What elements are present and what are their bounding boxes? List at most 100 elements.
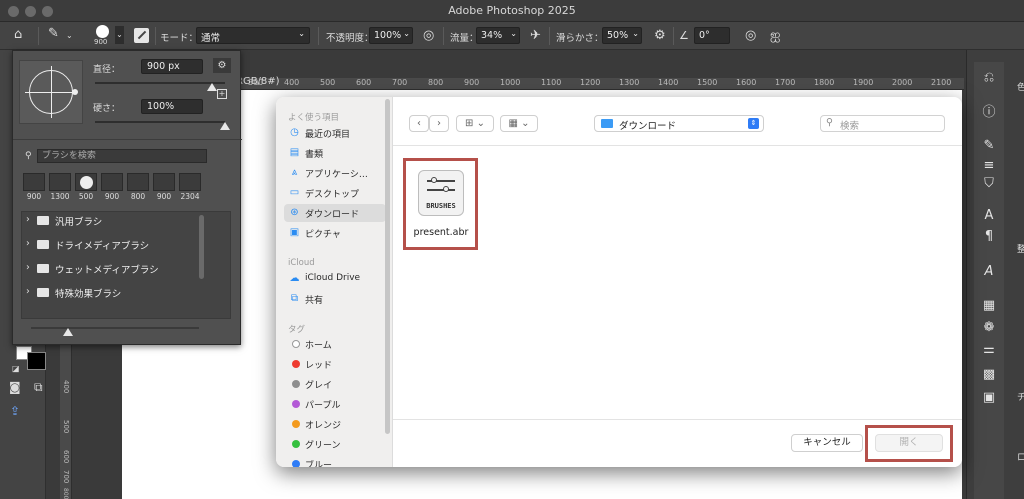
angle-field[interactable]: 0°	[694, 27, 730, 44]
thumbnail-size-slider[interactable]	[31, 327, 199, 329]
open-button[interactable]: 開く	[875, 434, 943, 452]
sidebar-tag-red[interactable]: レッド	[284, 355, 386, 373]
sidebar-tag-green[interactable]: グリーン	[284, 435, 386, 453]
finder-search-field[interactable]: ⚲ 検索	[820, 115, 945, 132]
hardness-field[interactable]: 100%	[141, 99, 203, 114]
thumbnail-size-slider-thumb[interactable]	[63, 328, 73, 336]
sidebar-item-recents[interactable]: ◷ 最近の項目	[284, 124, 386, 142]
folder-list-scrollbar[interactable]	[199, 215, 204, 279]
ruler-tick-label: 400	[62, 380, 70, 394]
group-view-button[interactable]: ▦ ⌄	[500, 115, 538, 132]
tag-dot-icon	[292, 440, 300, 448]
sidebar-item-desktop[interactable]: ▭ デスクトップ	[284, 184, 386, 202]
brush-preset-thumb[interactable]	[127, 173, 149, 191]
hardness-slider-thumb[interactable]	[220, 122, 230, 130]
sidebar-scrollbar[interactable]	[385, 99, 390, 434]
diameter-slider-thumb[interactable]	[207, 83, 217, 91]
pressure-size-icon[interactable]: ◎	[745, 28, 756, 43]
icon-view-button[interactable]: ⊞ ⌄	[456, 115, 494, 132]
back-button[interactable]: ‹	[409, 115, 429, 132]
sidebar-item-downloads[interactable]: ⊛ ダウンロード	[284, 204, 386, 222]
sidebar-item-applications[interactable]: ⩓ アプリケーシ…	[284, 164, 386, 182]
quick-mask-icon[interactable]: ◙	[9, 380, 21, 394]
info-icon[interactable]: ⓘ	[981, 105, 997, 121]
brush-settings-icon[interactable]	[134, 28, 149, 43]
search-icon: ⚲	[826, 117, 833, 128]
brush-preset-thumb[interactable]	[23, 173, 45, 191]
open-file-dialog: よく使う項目 ◷ 最近の項目 ▤ 書類 ⩓ アプリケーシ… ▭ デスクトップ ⊛ ダウンロ…	[276, 97, 962, 467]
swatches-icon[interactable]: ▩	[981, 367, 997, 383]
ruler-tick-label: 800	[428, 78, 444, 87]
diameter-slider-track[interactable]	[95, 82, 225, 84]
sidebar-item-pictures[interactable]: ▣ ピクチャ	[284, 224, 386, 242]
smoothing-field[interactable]: 50% ⌄	[602, 27, 642, 44]
pressure-opacity-icon[interactable]: ◎	[423, 28, 434, 43]
forward-button[interactable]: ›	[429, 115, 449, 132]
brush-folder-item[interactable]: › ウェットメディアブラシ	[21, 259, 197, 281]
home-icon[interactable]: ⌂	[14, 27, 22, 42]
sidebar-tag-orange[interactable]: オレンジ	[284, 415, 386, 433]
chevron-updown-icon: ⇕	[748, 118, 759, 129]
cancel-button[interactable]: キャンセル	[791, 434, 863, 452]
brush-folder-item[interactable]: › 特殊効果ブラシ	[21, 283, 197, 305]
symmetry-butterfly-icon[interactable]: ஐ	[770, 28, 780, 43]
sidebar-item-shared[interactable]: ⧉ 共有	[284, 290, 386, 308]
glyphs-icon[interactable]: A	[981, 264, 997, 280]
diameter-field[interactable]: 900 px	[141, 59, 203, 74]
color-palette-icon[interactable]: ❁	[981, 320, 997, 336]
brushes-panel-icon[interactable]: ≡	[981, 158, 997, 174]
brush-settings-gear-icon[interactable]: ⚙	[213, 58, 231, 73]
brush-preset-thumb[interactable]	[101, 173, 123, 191]
share-icon[interactable]: ⇪	[10, 404, 20, 418]
brush-folder-item[interactable]: › ドライメディアブラシ	[21, 235, 197, 257]
tool-preset-chevron-icon[interactable]: ⌄	[66, 28, 73, 43]
clone-source-icon[interactable]: ⛉	[981, 176, 997, 192]
ruler-labels: 300 400 500 600 700 800 900 1000 1100 12…	[240, 78, 964, 90]
sidebar-tag-gray[interactable]: グレイ	[284, 375, 386, 393]
brush-preview-icon[interactable]	[96, 25, 109, 38]
background-color-swatch[interactable]	[27, 352, 46, 370]
document-icon: ▤	[289, 147, 300, 158]
tag-dot-icon	[292, 460, 300, 467]
brush-folder-item[interactable]: › 汎用ブラシ	[21, 211, 197, 233]
mode-select[interactable]: 通常 ⌄	[196, 27, 310, 44]
brush-search-input[interactable]: ブラシを検索	[37, 149, 207, 163]
brush-picker-chevron-icon[interactable]: ⌄	[115, 26, 124, 44]
location-popup[interactable]: ダウンロード ⇕	[594, 115, 764, 132]
sidebar-item-icloud-drive[interactable]: ☁ iCloud Drive	[284, 270, 386, 288]
sidebar-tag-blue[interactable]: ブルー	[284, 455, 386, 467]
history-icon[interactable]: ⎌	[981, 70, 997, 86]
brush-preset-thumb[interactable]	[179, 173, 201, 191]
table-icon[interactable]: ▦	[981, 298, 997, 314]
hardness-slider-track[interactable]	[95, 121, 225, 123]
gradient-icon[interactable]: ▣	[981, 390, 997, 406]
brush-size-readout: 900	[94, 38, 108, 46]
brush-preset-thumb[interactable]	[153, 173, 175, 191]
brush-preset-thumb[interactable]	[49, 173, 71, 191]
brush-file-item[interactable]: BRUSHES	[418, 170, 464, 216]
brush-tool-icon[interactable]: ✎	[48, 26, 59, 41]
ruler-tick-label: 600	[62, 450, 70, 464]
brush-preset-thumb[interactable]	[75, 173, 97, 191]
default-colors-icon[interactable]: ◪	[12, 364, 20, 373]
brush-settings-panel-icon[interactable]: ✎	[981, 138, 997, 154]
airbrush-icon[interactable]: ✈	[530, 28, 541, 43]
paragraph-icon[interactable]: ¶	[981, 229, 997, 245]
search-icon: ⚲	[25, 151, 32, 161]
sidebar-tag-home[interactable]: ホーム	[284, 335, 386, 353]
opacity-field[interactable]: 100% ⌄	[369, 27, 413, 44]
apps-icon: ⩓	[291, 167, 298, 178]
flow-field[interactable]: 34% ⌄	[476, 27, 520, 44]
character-icon[interactable]: A	[981, 208, 997, 224]
smoothing-settings-gear-icon[interactable]: ⚙	[654, 28, 666, 43]
new-preset-icon[interactable]: +	[217, 89, 227, 99]
adjustments-icon[interactable]: ⚌	[981, 342, 997, 358]
ruler-tick-label: 1100	[541, 78, 562, 87]
sidebar-tag-purple[interactable]: パープル	[284, 395, 386, 413]
screen-mode-icon[interactable]: ⧉	[34, 380, 43, 395]
brush-angle-preview[interactable]	[19, 60, 83, 124]
ruler-tick-label: 700	[392, 78, 408, 87]
ruler-tick-label: 800	[62, 488, 69, 499]
sidebar-item-documents[interactable]: ▤ 書類	[284, 144, 386, 162]
ruler-tick-label: 600	[356, 78, 372, 87]
